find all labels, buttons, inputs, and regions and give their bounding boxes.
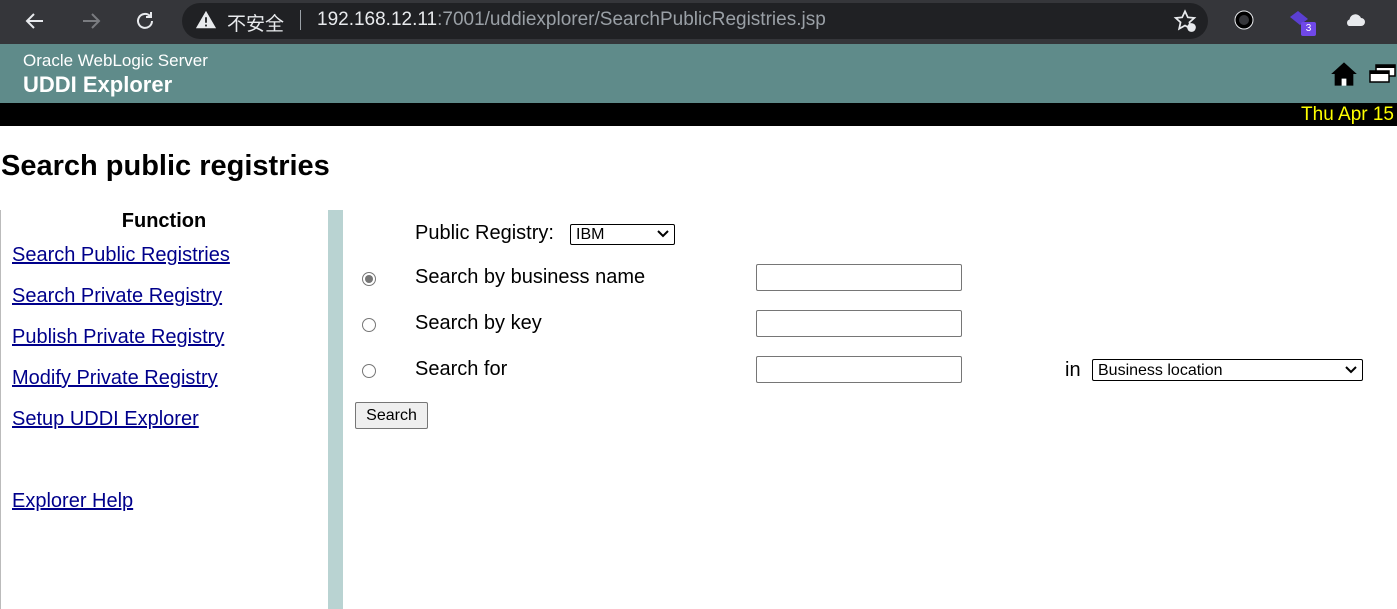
business-name-input[interactable] xyxy=(756,264,962,291)
extension-badge: 3 xyxy=(1301,22,1316,36)
nav-link-search-public[interactable]: Search Public Registries xyxy=(12,244,230,267)
nav-link-modify-private[interactable]: Modify Private Registry xyxy=(12,367,218,390)
radio-search-for[interactable] xyxy=(362,364,376,378)
new-window-icon[interactable] xyxy=(1369,64,1397,89)
address-separator xyxy=(300,10,301,30)
business-name-label: Search by business name xyxy=(415,266,646,288)
banner xyxy=(0,44,1397,103)
nav-heading: Function xyxy=(121,210,207,232)
date-text: Thu Apr 15 xyxy=(1301,104,1394,125)
search-for-label: Search for xyxy=(415,358,508,380)
location-select[interactable]: Business location xyxy=(1092,359,1363,381)
key-input[interactable] xyxy=(756,310,962,337)
registry-label: Public Registry: xyxy=(415,222,554,244)
page-title: Search public registries xyxy=(1,150,330,182)
bookmark-star-icon[interactable] xyxy=(1172,8,1198,39)
product-subtitle: Oracle WebLogic Server xyxy=(23,51,208,70)
cloud-icon[interactable] xyxy=(1343,8,1367,37)
security-label[interactable]: 不安全 xyxy=(227,9,284,36)
home-icon[interactable] xyxy=(1330,60,1358,93)
date-bar xyxy=(0,103,1397,126)
key-label: Search by key xyxy=(415,312,542,334)
nav-link-publish-private[interactable]: Publish Private Registry xyxy=(12,326,224,349)
location-select-value: Business location xyxy=(1098,362,1223,379)
nav-link-help[interactable]: Explorer Help xyxy=(12,490,133,513)
search-button[interactable]: Search xyxy=(355,402,428,429)
url-host: 192.168.12.11 xyxy=(317,9,438,30)
extension-circle-icon[interactable] xyxy=(1232,8,1256,37)
radio-key[interactable] xyxy=(362,318,376,332)
nav-left-border xyxy=(0,210,1,609)
url-text[interactable]: 192.168.12.11:7001/uddiexplorer/SearchPu… xyxy=(317,9,826,31)
product-title: UDDI Explorer xyxy=(23,72,173,97)
nav-link-search-private[interactable]: Search Private Registry xyxy=(12,285,222,308)
browser-toolbar: 不安全 192.168.12.11:7001/uddiexplorer/Sear… xyxy=(0,0,1397,44)
chevron-down-icon xyxy=(657,230,669,238)
in-label: in xyxy=(1065,359,1081,381)
warning-icon[interactable] xyxy=(195,9,217,36)
back-icon[interactable] xyxy=(20,6,50,36)
registry-select[interactable]: IBM xyxy=(570,224,675,245)
column-divider xyxy=(328,210,343,609)
registry-select-value: IBM xyxy=(576,226,605,243)
nav-link-setup[interactable]: Setup UDDI Explorer xyxy=(12,408,199,431)
chevron-down-icon xyxy=(1345,366,1357,374)
forward-icon[interactable] xyxy=(76,6,106,36)
reload-icon[interactable] xyxy=(130,6,160,36)
search-for-input[interactable] xyxy=(756,356,962,383)
radio-business-name[interactable] xyxy=(362,272,376,286)
url-path: :7001/uddiexplorer/SearchPublicRegistrie… xyxy=(437,9,826,30)
